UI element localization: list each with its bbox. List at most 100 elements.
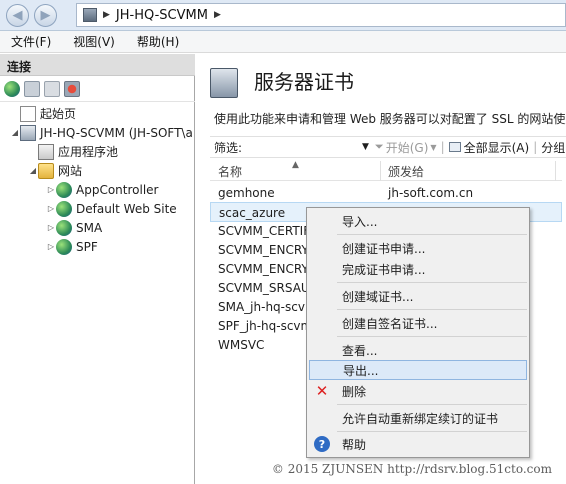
tree-label: JH-HQ-SCVMM (JH-SOFT\a	[40, 125, 193, 140]
group-by-button[interactable]: 分组	[541, 139, 565, 156]
globe-icon	[56, 200, 72, 217]
tree-item-server[interactable]: ◢ JH-HQ-SCVMM (JH-SOFT\a	[10, 123, 193, 142]
help-icon: ?	[314, 436, 330, 452]
menu-item-create-request[interactable]: 创建证书申请...	[309, 238, 527, 258]
start-page-icon	[20, 105, 36, 122]
tree-item-app-pools[interactable]: 应用程序池	[28, 142, 118, 161]
context-menu: 导入... 创建证书申请... 完成证书申请... 创建域证书... 创建自签名…	[306, 207, 530, 458]
tree-item-site[interactable]: ▷ SPF	[46, 237, 98, 256]
globe-icon	[56, 181, 72, 198]
column-header-issued-to[interactable]: 颁发给	[388, 163, 424, 180]
save-icon[interactable]	[24, 80, 40, 97]
server-icon	[20, 124, 36, 141]
separator: |	[440, 140, 445, 154]
expand-arrow-icon[interactable]: ▷	[46, 185, 56, 194]
menu-item-help[interactable]: ? 帮助	[309, 434, 527, 454]
expand-arrow-icon[interactable]: ▷	[46, 242, 56, 251]
address-bar-area: ◀ ▶ ▶ JH-HQ-SCVMM ▶	[0, 0, 566, 31]
filter-label[interactable]: 筛选:	[210, 139, 362, 156]
collapse-arrow-icon[interactable]: ◢	[28, 166, 38, 175]
filter-dropdown-icon[interactable]: ▼	[362, 142, 369, 152]
cell-name: SCVMM_ENCRY	[218, 243, 309, 257]
tree-label: SPF	[76, 239, 98, 254]
back-arrow-icon: ◀	[12, 8, 23, 23]
tree-label: SMA	[76, 220, 103, 235]
cell-name: SCVMM_CERTIF	[218, 224, 311, 238]
separator: |	[533, 140, 538, 154]
column-header-name[interactable]: 名称	[218, 163, 242, 180]
connections-panel: 连接 起始页 ◢ JH-HQ-SCVMM (JH-SOFT\a 应用程序池 ◢ …	[0, 54, 195, 484]
breadcrumb-separator-icon[interactable]: ▶	[214, 10, 221, 20]
menu-separator	[337, 234, 527, 235]
menu-item-export[interactable]: 导出...	[309, 360, 527, 380]
server-icon	[83, 8, 97, 22]
menu-view[interactable]: 视图(V)	[62, 33, 126, 50]
tree-label: 网站	[58, 164, 83, 178]
funnel-icon: ⏷	[374, 140, 384, 153]
address-bar[interactable]: ▶ JH-HQ-SCVMM ▶	[76, 3, 566, 27]
forward-arrow-icon: ▶	[40, 8, 51, 23]
cell-name: SPF_jh-hq-scvm	[218, 319, 313, 333]
up-icon[interactable]	[44, 80, 60, 97]
menu-item-complete-request[interactable]: 完成证书申请...	[309, 259, 527, 279]
tree-label: 起始页	[40, 107, 77, 121]
page-title: 服务器证书	[254, 70, 354, 94]
cell-name: SMA_jh-hq-scvm	[218, 300, 317, 314]
menu-separator	[337, 282, 527, 283]
menu-file[interactable]: 文件(F)	[0, 33, 62, 50]
menu-separator	[337, 309, 527, 310]
expand-arrow-icon[interactable]: ▷	[46, 204, 56, 213]
feature-description: 使用此功能来申请和管理 Web 服务器可以对配置了 SSL 的网站使用	[214, 112, 566, 126]
tree-item-sites[interactable]: ◢ 网站	[28, 161, 82, 180]
menu-separator	[337, 431, 527, 432]
cell-name: SCVMM_SRSAU	[218, 281, 310, 295]
menu-separator	[337, 336, 527, 337]
menu-help[interactable]: 帮助(H)	[126, 33, 190, 50]
show-all-button[interactable]: 全部显示(A)	[448, 139, 529, 156]
dropdown-arrow-icon: ▼	[430, 142, 437, 152]
delete-x-icon: ✕	[315, 382, 329, 400]
address-path: JH-HQ-SCVMM	[115, 7, 208, 23]
tree-item-site[interactable]: ▷ Default Web Site	[46, 199, 177, 218]
menu-item-create-domain-cert[interactable]: 创建域证书...	[309, 286, 527, 306]
start-filter-button[interactable]: ⏷ 开始(G) ▼	[375, 139, 437, 156]
globe-icon	[56, 219, 72, 236]
forward-button[interactable]: ▶	[34, 4, 57, 27]
expand-arrow-icon[interactable]: ▷	[46, 223, 56, 232]
server-certificates-icon	[210, 68, 238, 98]
filter-bar: 筛选: ▼ ⏷ 开始(G) ▼ | 全部显示(A) | 分组	[210, 136, 566, 158]
cell-name: SCVMM_ENCRY	[218, 262, 309, 276]
menu-item-create-self-signed[interactable]: 创建自签名证书...	[309, 313, 527, 333]
menu-separator	[337, 404, 527, 405]
app-pool-icon	[38, 143, 54, 160]
cell-name: scac_azure	[219, 206, 286, 220]
cell-name: gemhone	[218, 186, 275, 200]
tree-item-start-page[interactable]: 起始页	[10, 104, 76, 123]
menu-item-remove[interactable]: ✕ 删除	[309, 381, 527, 401]
column-divider[interactable]	[555, 161, 556, 181]
tree-label: Default Web Site	[76, 201, 177, 216]
cell-issued-to: jh-soft.com.cn	[388, 186, 474, 200]
menu-item-import[interactable]: 导入...	[309, 211, 527, 231]
connect-icon[interactable]	[4, 80, 20, 97]
sort-ascending-icon: ▲	[292, 160, 299, 170]
back-button[interactable]: ◀	[6, 4, 29, 27]
table-header: 名称 ▲ 颁发给	[210, 160, 562, 181]
tree-item-site[interactable]: ▷ AppController	[46, 180, 158, 199]
menu-bar: 文件(F) 视图(V) 帮助(H)	[0, 31, 566, 53]
menu-item-view[interactable]: 查看...	[309, 340, 527, 360]
collapse-arrow-icon[interactable]: ◢	[10, 128, 20, 137]
tree-label: 应用程序池	[58, 145, 119, 159]
globe-icon	[56, 238, 72, 255]
watermark: © 2015 ZJUNSEN http://rdsrv.blog.51cto.c…	[271, 462, 552, 476]
breadcrumb-separator-icon: ▶	[103, 10, 110, 20]
cell-name: WMSVC	[218, 338, 265, 352]
tree-label: AppController	[76, 182, 159, 197]
connections-header: 连接	[0, 54, 195, 76]
table-row[interactable]: gemhone jh-soft.com.cn	[210, 183, 562, 203]
tree-item-site[interactable]: ▷ SMA	[46, 218, 102, 237]
connections-toolbar	[0, 76, 195, 102]
column-divider[interactable]	[380, 161, 381, 181]
menu-item-auto-rebind[interactable]: 允许自动重新绑定续订的证书	[309, 408, 527, 428]
disconnect-icon[interactable]	[64, 80, 80, 97]
